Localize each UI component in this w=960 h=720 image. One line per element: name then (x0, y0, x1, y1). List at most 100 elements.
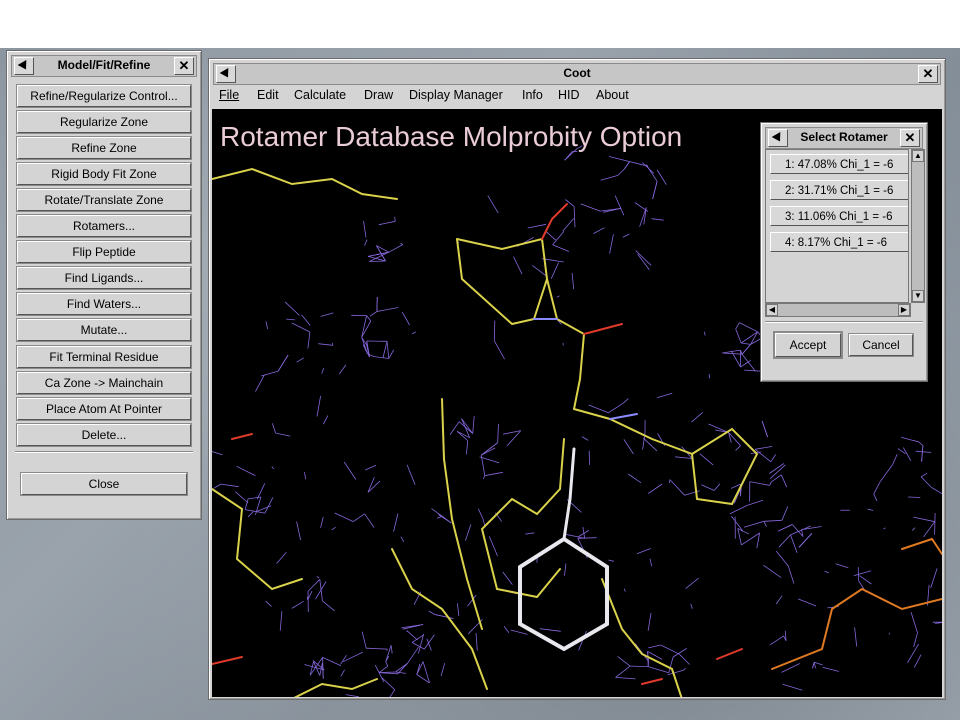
density-mesh-line (647, 613, 652, 631)
density-mesh-line (301, 314, 311, 326)
density-mesh-line (400, 242, 404, 245)
density-mesh-line (431, 508, 443, 517)
density-mesh-line (411, 331, 417, 335)
oxygen-bond (583, 323, 623, 335)
menu-info[interactable]: Info (522, 88, 543, 102)
density-mesh-line (652, 181, 658, 200)
select-rotamer-titlebar[interactable]: Select Rotamer ✕ (765, 127, 923, 149)
refine-regularize-control-button[interactable]: Refine/Regularize Control... (17, 85, 191, 107)
vertical-scrollbar[interactable]: ▲ ▼ (911, 149, 925, 303)
density-mesh-line (256, 483, 266, 500)
close-icon[interactable]: ✕ (174, 57, 194, 75)
rigid-body-fit-zone-button[interactable]: Rigid Body Fit Zone (17, 163, 191, 185)
density-mesh-line (787, 565, 795, 584)
menu-draw[interactable]: Draw (364, 88, 393, 102)
ca-zone-mainchain-button[interactable]: Ca Zone -> Mainchain (17, 372, 191, 394)
menu-file[interactable]: File (219, 88, 239, 102)
density-mesh-line (487, 195, 499, 214)
rotamer-option[interactable]: 4: 8.17% Chi_1 = -6 (770, 232, 908, 252)
density-mesh-line (910, 439, 919, 443)
rotamers-button[interactable]: Rotamers... (17, 215, 191, 237)
density-mesh-line (265, 321, 269, 330)
density-mesh-line (513, 256, 523, 275)
density-mesh-line (623, 439, 634, 455)
density-mesh-line (385, 645, 392, 662)
rotamer-option[interactable]: 3: 11.06% Chi_1 = -6 (770, 206, 908, 226)
cancel-button[interactable]: Cancel (849, 334, 913, 356)
density-mesh-line (781, 506, 789, 521)
window-menu-icon[interactable] (768, 129, 788, 147)
density-mesh-line (902, 447, 912, 461)
window-menu-icon[interactable] (14, 57, 34, 75)
density-mesh-line (588, 404, 609, 414)
place-atom-at-pointer-button[interactable]: Place Atom At Pointer (17, 398, 191, 420)
fit-terminal-residue-button[interactable]: Fit Terminal Residue (17, 346, 191, 368)
density-mesh-line (395, 662, 408, 673)
density-mesh-line (763, 519, 782, 522)
density-mesh-line (378, 665, 388, 673)
density-mesh-line (320, 312, 334, 317)
scroll-up-icon[interactable]: ▲ (912, 150, 924, 162)
menu-hid[interactable]: HID (558, 88, 580, 102)
density-mesh-line (669, 479, 685, 496)
find-ligands-button[interactable]: Find Ligands... (17, 267, 191, 289)
model-fit-refine-titlebar[interactable]: Model/Fit/Refine ✕ (11, 55, 197, 77)
density-mesh-line (630, 665, 649, 667)
density-mesh-line (930, 568, 938, 589)
accept-button[interactable]: Accept (775, 333, 841, 357)
rotamer-option[interactable]: 2: 31.71% Chi_1 = -6 (770, 180, 908, 200)
density-mesh-line (481, 442, 498, 456)
density-mesh-line (488, 536, 498, 557)
horizontal-scrollbar[interactable]: ◀ ▶ (765, 303, 911, 317)
density-mesh-line (296, 357, 304, 363)
density-mesh-line (565, 533, 579, 538)
close-icon[interactable]: ✕ (918, 65, 938, 83)
mutate-button[interactable]: Mutate... (17, 319, 191, 341)
menu-about[interactable]: About (596, 88, 629, 102)
refine-zone-button[interactable]: Refine Zone (17, 137, 191, 159)
density-mesh-line (296, 521, 301, 541)
separator (765, 321, 923, 323)
density-mesh-line (722, 349, 741, 354)
menu-calculate[interactable]: Calculate (294, 88, 346, 102)
density-mesh-line (769, 635, 784, 646)
density-mesh-line (879, 464, 893, 483)
regularize-zone-button[interactable]: Regularize Zone (17, 111, 191, 133)
density-mesh-line (477, 508, 484, 519)
oxygen-bond (641, 678, 663, 685)
carbon-bond (212, 488, 303, 591)
density-mesh-line (322, 657, 324, 679)
menu-display-manager[interactable]: Display Manager (409, 88, 503, 102)
density-mesh-line (614, 195, 625, 216)
rotate-translate-zone-button[interactable]: Rotate/Translate Zone (17, 189, 191, 211)
find-waters-button[interactable]: Find Waters... (17, 293, 191, 315)
density-mesh-line (304, 472, 306, 480)
window-menu-icon[interactable] (216, 65, 236, 83)
density-mesh-line (755, 446, 773, 450)
density-mesh-line (824, 571, 830, 574)
scroll-left-icon[interactable]: ◀ (766, 304, 778, 316)
density-mesh-line (859, 575, 872, 585)
density-mesh-line (272, 423, 276, 434)
density-mesh-line (920, 476, 932, 488)
scroll-right-icon[interactable]: ▶ (898, 304, 910, 316)
density-mesh-line (780, 474, 788, 488)
flip-peptide-button[interactable]: Flip Peptide (17, 241, 191, 263)
density-mesh-line (364, 239, 368, 246)
carbon-bond (212, 167, 398, 200)
close-button[interactable]: Close (21, 473, 187, 495)
scroll-down-icon[interactable]: ▼ (912, 290, 924, 302)
density-mesh-line (798, 533, 813, 548)
rotamer-option[interactable]: 1: 47.08% Chi_1 = -6 (770, 154, 908, 174)
density-mesh-line (615, 665, 631, 678)
delete-button[interactable]: Delete... (17, 424, 191, 446)
density-mesh-line (363, 221, 367, 238)
close-icon[interactable]: ✕ (900, 129, 920, 147)
density-mesh-line (502, 571, 513, 585)
menu-edit[interactable]: Edit (257, 88, 279, 102)
density-mesh-line (635, 250, 652, 266)
density-mesh-line (388, 349, 395, 359)
density-mesh-line (271, 466, 275, 470)
density-mesh-line (735, 328, 742, 344)
coot-titlebar[interactable]: Coot ✕ (213, 63, 941, 85)
